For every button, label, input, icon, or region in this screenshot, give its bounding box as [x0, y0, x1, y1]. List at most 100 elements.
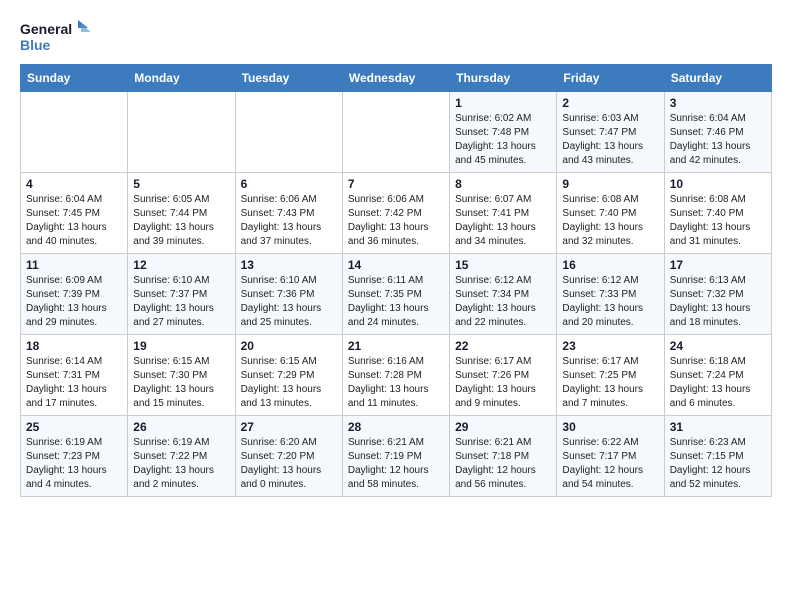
day-number: 4: [26, 177, 122, 191]
day-cell: 4 Sunrise: 6:04 AM Sunset: 7:45 PM Daylig…: [21, 173, 128, 254]
day-info: Sunrise: 6:03 AM Sunset: 7:47 PM Dayligh…: [562, 112, 658, 168]
day-info: Sunrise: 6:14 AM Sunset: 7:31 PM Dayligh…: [26, 355, 122, 411]
day-number: 3: [670, 96, 766, 110]
day-cell: 24Sunrise: 6:18 AM Sunset: 7:24 PM Dayli…: [664, 335, 771, 416]
day-info: Sunrise: 6:07 AM Sunset: 7:41 PM Dayligh…: [455, 193, 551, 249]
day-number: 19: [133, 339, 229, 353]
weekday-header-friday: Friday: [557, 65, 664, 92]
calendar-body: 1 Sunrise: 6:02 AM Sunset: 7:48 PM Daylig…: [21, 92, 772, 497]
day-info: Sunrise: 6:22 AM Sunset: 7:17 PM Dayligh…: [562, 436, 658, 492]
calendar-table: SundayMondayTuesdayWednesdayThursdayFrid…: [20, 64, 772, 497]
day-cell: 1 Sunrise: 6:02 AM Sunset: 7:48 PM Daylig…: [450, 92, 557, 173]
day-number: 1: [455, 96, 551, 110]
day-cell: 21 Sunrise: 6:16 AM Sunset: 7:28 PM Dayli…: [342, 335, 449, 416]
day-info: Sunrise: 6:04 AM Sunset: 7:46 PM Dayligh…: [670, 112, 766, 168]
day-number: 14: [348, 258, 444, 272]
day-cell: 2 Sunrise: 6:03 AM Sunset: 7:47 PM Daylig…: [557, 92, 664, 173]
day-info: Sunrise: 6:18 AM Sunset: 7:24 PM Dayligh…: [670, 355, 766, 411]
day-number: 26: [133, 420, 229, 434]
day-info: Sunrise: 6:05 AM Sunset: 7:44 PM Dayligh…: [133, 193, 229, 249]
day-cell: 10 Sunrise: 6:08 AM Sunset: 7:40 PM Dayli…: [664, 173, 771, 254]
day-info: Sunrise: 6:11 AM Sunset: 7:35 PM Dayligh…: [348, 274, 444, 330]
week-row-3: 11 Sunrise: 6:09 AM Sunset: 7:39 PM Dayli…: [21, 254, 772, 335]
day-info: Sunrise: 6:06 AM Sunset: 7:42 PM Dayligh…: [348, 193, 444, 249]
day-cell: 13Sunrise: 6:10 AM Sunset: 7:36 PM Dayli…: [235, 254, 342, 335]
day-number: 5: [133, 177, 229, 191]
day-cell: 28Sunrise: 6:21 AM Sunset: 7:19 PM Dayli…: [342, 416, 449, 497]
day-cell: 6 Sunrise: 6:06 AM Sunset: 7:43 PM Daylig…: [235, 173, 342, 254]
day-info: Sunrise: 6:19 AM Sunset: 7:23 PM Dayligh…: [26, 436, 122, 492]
day-info: Sunrise: 6:12 AM Sunset: 7:34 PM Dayligh…: [455, 274, 551, 330]
weekday-header-monday: Monday: [128, 65, 235, 92]
day-cell: 9 Sunrise: 6:08 AM Sunset: 7:40 PM Daylig…: [557, 173, 664, 254]
day-number: 11: [26, 258, 122, 272]
day-cell: [21, 92, 128, 173]
day-cell: 18Sunrise: 6:14 AM Sunset: 7:31 PM Dayli…: [21, 335, 128, 416]
week-row-1: 1 Sunrise: 6:02 AM Sunset: 7:48 PM Daylig…: [21, 92, 772, 173]
day-cell: 5 Sunrise: 6:05 AM Sunset: 7:44 PM Daylig…: [128, 173, 235, 254]
day-number: 31: [670, 420, 766, 434]
svg-text:Blue: Blue: [20, 37, 51, 53]
logo-svg: General Blue: [20, 16, 90, 56]
day-number: 6: [241, 177, 337, 191]
day-info: Sunrise: 6:09 AM Sunset: 7:39 PM Dayligh…: [26, 274, 122, 330]
day-cell: 25 Sunrise: 6:19 AM Sunset: 7:23 PM Dayli…: [21, 416, 128, 497]
week-row-2: 4 Sunrise: 6:04 AM Sunset: 7:45 PM Daylig…: [21, 173, 772, 254]
day-info: Sunrise: 6:13 AM Sunset: 7:32 PM Dayligh…: [670, 274, 766, 330]
day-cell: [235, 92, 342, 173]
weekday-header-row: SundayMondayTuesdayWednesdayThursdayFrid…: [21, 65, 772, 92]
day-info: Sunrise: 6:06 AM Sunset: 7:43 PM Dayligh…: [241, 193, 337, 249]
day-number: 9: [562, 177, 658, 191]
day-cell: 8Sunrise: 6:07 AM Sunset: 7:41 PM Daylig…: [450, 173, 557, 254]
day-cell: 22 Sunrise: 6:17 AM Sunset: 7:26 PM Dayli…: [450, 335, 557, 416]
day-info: Sunrise: 6:23 AM Sunset: 7:15 PM Dayligh…: [670, 436, 766, 492]
week-row-5: 25 Sunrise: 6:19 AM Sunset: 7:23 PM Dayli…: [21, 416, 772, 497]
day-cell: 19 Sunrise: 6:15 AM Sunset: 7:30 PM Dayli…: [128, 335, 235, 416]
day-cell: 31 Sunrise: 6:23 AM Sunset: 7:15 PM Dayli…: [664, 416, 771, 497]
logo: General Blue: [20, 16, 90, 56]
weekday-header-saturday: Saturday: [664, 65, 771, 92]
day-info: Sunrise: 6:15 AM Sunset: 7:30 PM Dayligh…: [133, 355, 229, 411]
day-info: Sunrise: 6:15 AM Sunset: 7:29 PM Dayligh…: [241, 355, 337, 411]
day-info: Sunrise: 6:16 AM Sunset: 7:28 PM Dayligh…: [348, 355, 444, 411]
day-info: Sunrise: 6:02 AM Sunset: 7:48 PM Dayligh…: [455, 112, 551, 168]
day-info: Sunrise: 6:21 AM Sunset: 7:18 PM Dayligh…: [455, 436, 551, 492]
day-cell: [128, 92, 235, 173]
day-cell: 17 Sunrise: 6:13 AM Sunset: 7:32 PM Dayli…: [664, 254, 771, 335]
day-number: 21: [348, 339, 444, 353]
weekday-header-thursday: Thursday: [450, 65, 557, 92]
day-number: 22: [455, 339, 551, 353]
day-info: Sunrise: 6:20 AM Sunset: 7:20 PM Dayligh…: [241, 436, 337, 492]
day-number: 25: [26, 420, 122, 434]
day-cell: 16Sunrise: 6:12 AM Sunset: 7:33 PM Dayli…: [557, 254, 664, 335]
day-info: Sunrise: 6:10 AM Sunset: 7:37 PM Dayligh…: [133, 274, 229, 330]
weekday-header-sunday: Sunday: [21, 65, 128, 92]
day-info: Sunrise: 6:08 AM Sunset: 7:40 PM Dayligh…: [562, 193, 658, 249]
day-number: 23: [562, 339, 658, 353]
week-row-4: 18Sunrise: 6:14 AM Sunset: 7:31 PM Dayli…: [21, 335, 772, 416]
day-cell: 27Sunrise: 6:20 AM Sunset: 7:20 PM Dayli…: [235, 416, 342, 497]
day-cell: 23 Sunrise: 6:17 AM Sunset: 7:25 PM Dayli…: [557, 335, 664, 416]
day-number: 10: [670, 177, 766, 191]
day-cell: 3 Sunrise: 6:04 AM Sunset: 7:46 PM Daylig…: [664, 92, 771, 173]
day-cell: 20 Sunrise: 6:15 AM Sunset: 7:29 PM Dayli…: [235, 335, 342, 416]
day-info: Sunrise: 6:10 AM Sunset: 7:36 PM Dayligh…: [241, 274, 337, 330]
day-cell: 12 Sunrise: 6:10 AM Sunset: 7:37 PM Dayli…: [128, 254, 235, 335]
day-number: 17: [670, 258, 766, 272]
day-info: Sunrise: 6:21 AM Sunset: 7:19 PM Dayligh…: [348, 436, 444, 492]
day-number: 20: [241, 339, 337, 353]
page-header: General Blue: [20, 16, 772, 56]
day-number: 2: [562, 96, 658, 110]
day-number: 16: [562, 258, 658, 272]
day-cell: 7Sunrise: 6:06 AM Sunset: 7:42 PM Daylig…: [342, 173, 449, 254]
day-info: Sunrise: 6:08 AM Sunset: 7:40 PM Dayligh…: [670, 193, 766, 249]
day-info: Sunrise: 6:04 AM Sunset: 7:45 PM Dayligh…: [26, 193, 122, 249]
weekday-header-wednesday: Wednesday: [342, 65, 449, 92]
day-number: 12: [133, 258, 229, 272]
day-cell: 26Sunrise: 6:19 AM Sunset: 7:22 PM Dayli…: [128, 416, 235, 497]
day-info: Sunrise: 6:17 AM Sunset: 7:25 PM Dayligh…: [562, 355, 658, 411]
day-cell: 14 Sunrise: 6:11 AM Sunset: 7:35 PM Dayli…: [342, 254, 449, 335]
day-cell: [342, 92, 449, 173]
day-info: Sunrise: 6:17 AM Sunset: 7:26 PM Dayligh…: [455, 355, 551, 411]
day-number: 29: [455, 420, 551, 434]
